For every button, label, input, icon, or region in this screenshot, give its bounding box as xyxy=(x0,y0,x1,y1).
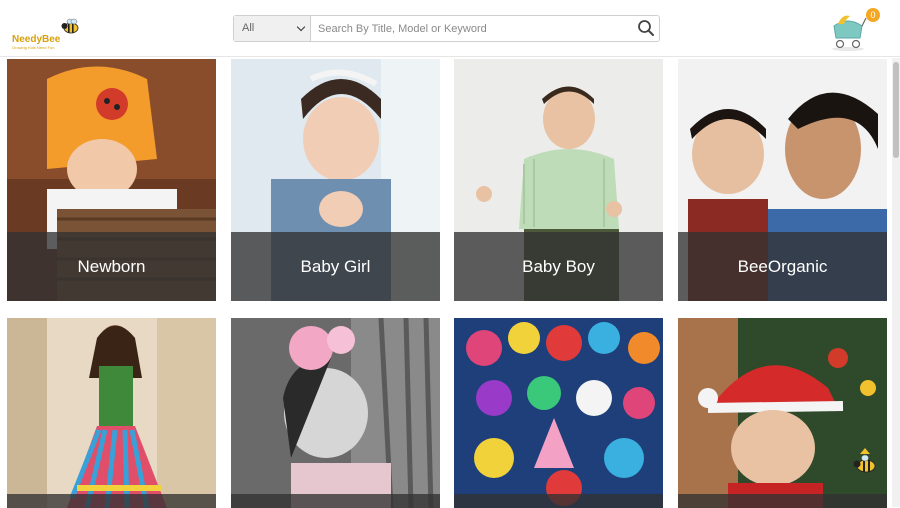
brand-tagline: Growing Kids Need Fun xyxy=(12,45,55,50)
category-label: BeeOrganic xyxy=(678,232,887,301)
category-tile-beeorganic[interactable]: BeeOrganic xyxy=(678,59,887,301)
category-label xyxy=(231,494,440,508)
bee-icon xyxy=(61,18,79,34)
category-photo xyxy=(7,318,216,508)
search-bar: All xyxy=(233,15,660,42)
category-tile[interactable] xyxy=(678,318,887,508)
search-category-select[interactable]: All xyxy=(234,16,311,41)
search-input[interactable] xyxy=(312,16,632,41)
category-tile[interactable] xyxy=(7,318,216,508)
category-label xyxy=(454,494,663,508)
category-photo xyxy=(678,318,887,508)
brand-logo[interactable]: NeedyBee Growing Kids Need Fun xyxy=(10,14,84,50)
category-label: Baby Girl xyxy=(231,232,440,301)
category-label xyxy=(678,494,887,508)
header: NeedyBee Growing Kids Need Fun All 0 xyxy=(0,0,900,57)
bee-icon xyxy=(853,448,876,473)
category-tile[interactable] xyxy=(454,318,663,508)
cart-icon[interactable] xyxy=(828,8,868,52)
category-label: Newborn xyxy=(7,232,216,301)
brand-name: NeedyBee xyxy=(12,34,61,45)
search-icon[interactable] xyxy=(637,19,655,37)
cart-count-badge: 0 xyxy=(866,8,880,22)
category-tile-newborn[interactable]: Newborn xyxy=(7,59,216,301)
page-scrollbar[interactable] xyxy=(892,58,900,507)
chevron-down-icon xyxy=(296,22,306,32)
search-category-value: All xyxy=(242,22,255,34)
category-tile-baby-boy[interactable]: Baby Boy xyxy=(454,59,663,301)
scrollbar-thumb[interactable] xyxy=(893,62,899,158)
category-label xyxy=(7,494,216,508)
category-label: Baby Boy xyxy=(454,232,663,301)
category-photo xyxy=(231,318,440,508)
category-photo xyxy=(454,318,663,508)
category-tile[interactable] xyxy=(231,318,440,508)
category-tile-baby-girl[interactable]: Baby Girl xyxy=(231,59,440,301)
